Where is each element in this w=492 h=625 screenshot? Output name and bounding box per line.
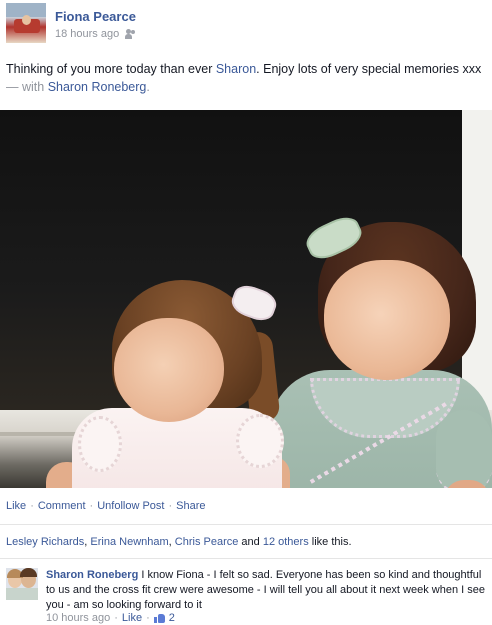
likes-and: and [238, 536, 263, 548]
unfollow-post-link[interactable]: Unfollow Post [97, 500, 164, 512]
friends-audience-icon[interactable] [125, 29, 137, 39]
post-photo[interactable] [0, 110, 492, 488]
thumbs-up-icon[interactable] [153, 613, 165, 623]
comment-link[interactable]: Comment [38, 500, 86, 512]
post-message: Thinking of you more today than ever Sha… [6, 60, 486, 96]
others-link[interactable]: 12 others [263, 536, 309, 548]
with-suffix: . [146, 80, 150, 94]
post-meta: 18 hours ago [55, 28, 137, 40]
share-link[interactable]: Share [176, 500, 205, 512]
comment-author[interactable]: Sharon Roneberg [46, 569, 138, 581]
with-prefix: — with [6, 80, 48, 94]
separator: · [30, 500, 34, 512]
post-text-before: Thinking of you more today than ever [6, 62, 216, 76]
comment-like-count[interactable]: 2 [169, 612, 175, 624]
post-text-after: . Enjoy lots of very special memories xx… [256, 62, 482, 76]
comment-like-link[interactable]: Like [122, 612, 142, 624]
separator: · [114, 612, 118, 624]
post-timestamp[interactable]: 18 hours ago [55, 28, 119, 40]
likes-suffix: like this. [308, 536, 352, 548]
separator: · [146, 612, 150, 624]
separator: · [89, 500, 94, 512]
liker-link[interactable]: Chris Pearce [175, 536, 239, 548]
commenter-avatar[interactable] [6, 568, 38, 600]
mention-link[interactable]: Sharon [216, 62, 256, 76]
author-avatar[interactable] [6, 3, 46, 43]
post-actions: Like · Comment · Unfollow Post · Share [6, 500, 206, 512]
liker-link[interactable]: Lesley Richards [6, 536, 84, 548]
post-header: Fiona Pearce 18 hours ago [6, 3, 486, 45]
author-name[interactable]: Fiona Pearce [55, 9, 136, 24]
liker-link[interactable]: Erina Newnham [90, 536, 168, 548]
tagged-person-link[interactable]: Sharon Roneberg [48, 80, 147, 94]
likes-summary: Lesley Richards, Erina Newnham, Chris Pe… [6, 536, 352, 548]
comment-body: Sharon Roneberg I know Fiona - I felt so… [46, 568, 486, 613]
like-link[interactable]: Like [6, 500, 26, 512]
comment-meta: 10 hours ago · Like · 2 [46, 612, 175, 624]
comment-timestamp[interactable]: 10 hours ago [46, 612, 110, 624]
divider [0, 558, 492, 559]
divider [0, 524, 492, 525]
separator: · [168, 500, 173, 512]
